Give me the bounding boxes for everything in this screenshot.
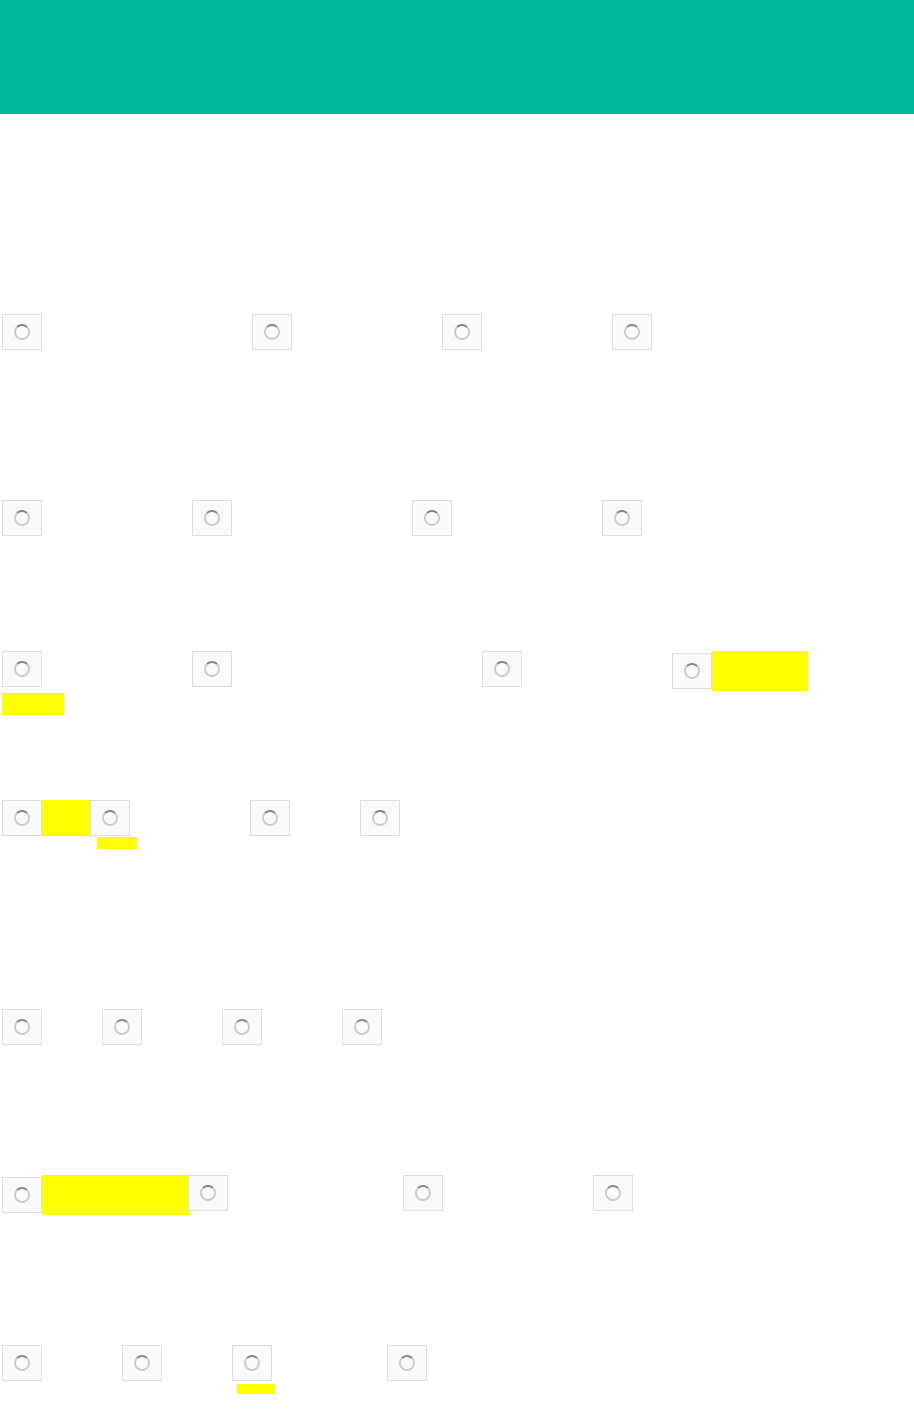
header-bar [0,0,914,114]
option-label [290,814,360,822]
q7-option-a[interactable] [2,1345,122,1381]
option-label: xxxxxxxxx xxxxxx [712,651,808,691]
radio-icon [442,314,482,350]
radio-icon [2,314,42,350]
option-label [42,514,192,522]
option-label [142,1023,222,1031]
radio-icon [672,653,712,689]
radio-icon [593,1175,633,1211]
option-label: xxxx [130,806,250,830]
question-4: xxxx xxxx [2,800,912,854]
q4-option-a[interactable]: xxxx [2,800,92,836]
q4-option-c[interactable] [250,800,360,836]
option-label [652,328,658,336]
radio-icon [102,1009,142,1045]
q5-option-a[interactable] [2,1009,102,1045]
q3-option-d[interactable]: xxxxxxxxx xxxxxx [672,651,808,691]
option-label [232,665,482,673]
option-label [42,1359,122,1367]
q2-option-b[interactable] [192,500,412,536]
q2-option-c[interactable] [412,500,602,536]
question-2 [2,500,912,536]
q5-option-b[interactable] [102,1009,222,1045]
q1-option-a[interactable] [2,314,252,350]
option-label [427,1359,433,1367]
question-6: xxxxxxxxxxxx [2,1175,912,1215]
option-label [292,328,442,336]
radio-icon [2,1009,42,1045]
radio-icon [2,500,42,536]
radio-icon [612,314,652,350]
radio-icon [387,1345,427,1381]
q5-option-c[interactable] [222,1009,342,1045]
q1-option-b[interactable] [252,314,442,350]
q1-option-c[interactable] [442,314,612,350]
highlight-continuation [2,693,64,715]
q1-option-d[interactable] [612,314,658,350]
radio-icon [2,651,42,687]
q4-option-d[interactable] [360,800,406,836]
radio-icon [252,314,292,350]
option-label [228,1189,403,1197]
q6-option-d[interactable] [593,1175,639,1211]
option-label [522,665,672,673]
radio-icon [250,800,290,836]
option-label [443,1189,593,1197]
radio-icon [602,500,642,536]
q4-option-b[interactable]: xxxx [90,800,250,836]
option-label [633,1189,639,1197]
radio-icon [360,800,400,836]
radio-icon [188,1175,228,1211]
radio-icon [90,800,130,836]
question-3: xxxxxxxxx xxxxxx [2,651,912,720]
option-label [42,1023,102,1031]
radio-icon [2,800,42,836]
q6-option-a[interactable]: xxxxxxxxxxxx [2,1175,190,1215]
q7-option-c[interactable]: xx [232,1345,387,1381]
option-label [400,814,406,822]
radio-icon [122,1345,162,1381]
option-label [262,1023,342,1031]
option-label [162,1359,232,1367]
q2-option-a[interactable] [2,500,192,536]
radio-icon [403,1175,443,1211]
q6-option-c[interactable] [403,1175,593,1211]
q3-option-b[interactable] [192,651,482,687]
q2-option-d[interactable] [602,500,648,536]
option-label: xxxx [42,800,92,836]
option-label: xxxxxxxxxxxx [42,1175,190,1215]
radio-icon [192,500,232,536]
highlight-trail [97,837,137,849]
radio-icon [342,1009,382,1045]
q3-option-a[interactable] [2,651,192,687]
radio-icon [482,651,522,687]
q5-option-d[interactable] [342,1009,388,1045]
option-label [382,1023,388,1031]
highlight-trail [237,1384,275,1394]
question-1 [2,314,912,350]
option-label [642,514,648,522]
radio-icon [232,1345,272,1381]
q6-option-b[interactable] [188,1175,403,1211]
option-label [42,665,192,673]
radio-icon [222,1009,262,1045]
q7-option-d[interactable] [387,1345,433,1381]
q7-option-b[interactable] [122,1345,232,1381]
question-5 [2,1009,912,1045]
question-7: xx [2,1345,912,1399]
option-label [482,328,612,336]
option-label [452,514,602,522]
quiz-content: xxxxxxxxx xxxxxx xxxx xxxx [0,314,914,1399]
option-label [232,514,412,522]
option-label: xx [272,1351,387,1375]
radio-icon [412,500,452,536]
radio-icon [192,651,232,687]
option-label [42,328,252,336]
radio-icon [2,1177,42,1213]
radio-icon [2,1345,42,1381]
q3-option-c[interactable] [482,651,672,687]
